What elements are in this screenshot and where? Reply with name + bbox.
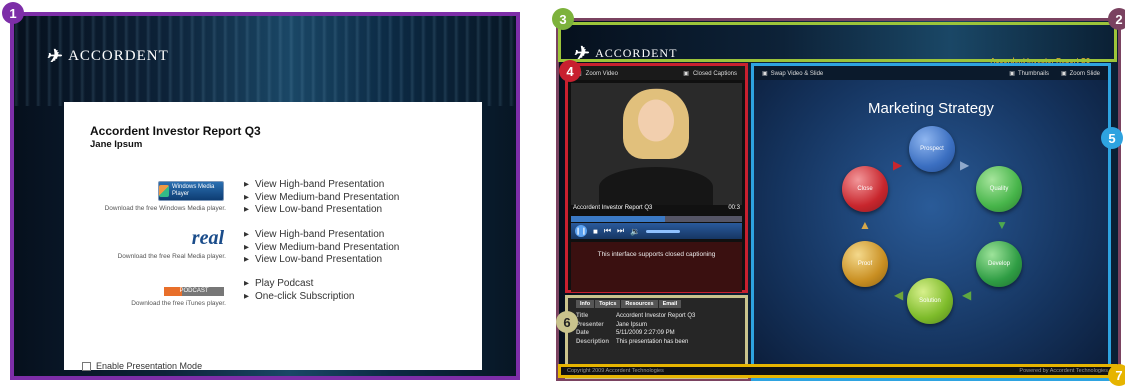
real-links: View High-band Presentation View Medium-… — [244, 229, 399, 267]
presentation-mode-option[interactable]: Enable Presentation Mode — [82, 361, 202, 371]
video-panel: Zoom Video Closed Captions Accordent Inv… — [565, 63, 748, 293]
zoom-slide-button[interactable]: Zoom Slide — [1061, 70, 1100, 77]
volume-slider[interactable] — [646, 229, 681, 233]
real-medium-band-link[interactable]: View Medium-band Presentation — [244, 242, 399, 255]
tab-topics[interactable]: Topics — [595, 300, 621, 308]
zone-badge-5: 5 — [1101, 127, 1123, 149]
zone-badge-1: 1 — [2, 2, 24, 24]
video-toolbar: Zoom Video Closed Captions — [568, 66, 745, 80]
cycle-node-quality: Quality — [976, 166, 1022, 212]
thumbnails-button[interactable]: Thumbnails — [1009, 70, 1049, 77]
presenter-face — [623, 89, 689, 159]
real-download-link[interactable]: Download the free Real Media player. — [64, 253, 226, 260]
itunes-block: PODCAST Download the free iTunes player. — [64, 279, 234, 307]
stop-icon[interactable]: ■ — [593, 227, 598, 236]
real-player-logo[interactable]: real — [192, 227, 224, 250]
real-high-band-link[interactable]: View High-band Presentation — [244, 229, 399, 242]
info-row: Date 5/11/2009 2:27:09 PM — [576, 330, 675, 336]
brand-name: ACCORDENT — [68, 48, 169, 64]
real-low-band-link[interactable]: View Low-band Presentation — [244, 254, 399, 267]
header-zone-outline — [558, 22, 1117, 62]
windows-icon — [159, 185, 170, 197]
video-title: Accordent Investor Report Q3 — [573, 205, 653, 211]
closed-caption-area: This interface supports closed captionin… — [571, 242, 742, 292]
cycle-arrow-icon: ▶ — [893, 158, 903, 172]
zone-badge-3: 3 — [552, 8, 574, 30]
swap-video-slide-button[interactable]: Swap Video & Slide — [762, 70, 824, 77]
copyright-text: Copyright 2009 Accordent Technologies — [567, 368, 664, 374]
tab-email[interactable]: Email — [658, 300, 682, 308]
cycle-node-develop: Develop — [976, 241, 1022, 287]
cycle-node-proof: Proof — [842, 241, 888, 287]
cycle-arrow-icon: ▼ — [996, 218, 1008, 232]
windows-media-player-block: Windows Media Player Download the free W… — [64, 181, 234, 212]
play-pause-icon[interactable]: ❙❙ — [575, 225, 587, 237]
info-tabs: Info Topics Resources Email — [568, 298, 745, 308]
video-frame[interactable] — [571, 83, 742, 207]
slide-title: Marketing Strategy — [868, 100, 994, 117]
tab-info[interactable]: Info — [576, 300, 595, 308]
wmp-high-band-link[interactable]: View High-band Presentation — [244, 179, 399, 192]
video-controls: ❙❙ ■ ⏮ ⏭ 🔉 — [571, 223, 742, 239]
cycle-arrow-icon: ▲ — [859, 218, 871, 232]
closed-captions-button[interactable]: Closed Captions — [683, 70, 737, 77]
info-row: Presenter Jane Ipsum — [576, 321, 648, 328]
report-author: Jane Ipsum — [90, 139, 143, 150]
landing-page-panel: ✈ ACCORDENT Accordent Investor Report Q3… — [10, 12, 520, 380]
podcast-badge[interactable]: PODCAST — [164, 287, 224, 296]
report-title: Accordent Investor Report Q3 — [90, 124, 261, 138]
zone-badge-4: 4 — [559, 60, 581, 82]
zone-badge-2: 2 — [1108, 8, 1125, 30]
play-podcast-link[interactable]: Play Podcast — [244, 278, 354, 291]
tab-resources[interactable]: Resources — [621, 300, 658, 308]
real-player-block: real Download the free Real Media player… — [64, 227, 234, 260]
info-row: Title Accordent Investor Report Q3 — [576, 313, 696, 319]
video-title-bar: Accordent Investor Report Q3 00:3 — [571, 205, 742, 215]
info-details: Title Accordent Investor Report Q3 Presen… — [568, 308, 745, 346]
landing-card: Accordent Investor Report Q3 Jane Ipsum … — [64, 102, 482, 371]
presentation-mode-checkbox[interactable] — [82, 361, 91, 371]
accordent-logo-icon: ✈ — [46, 46, 63, 66]
video-time: 00:3 — [728, 205, 740, 211]
volume-icon[interactable]: 🔉 — [630, 227, 640, 236]
zoom-video-button[interactable]: Zoom Video — [576, 70, 618, 77]
windows-links: View High-band Presentation View Medium-… — [244, 179, 399, 217]
cycle-node-close: Close — [842, 166, 888, 212]
footer-bar: Copyright 2009 Accordent Technologies Po… — [558, 364, 1117, 378]
zone-badge-7: 7 — [1108, 364, 1125, 386]
cycle-arrow-icon: ◀ — [894, 288, 904, 302]
slide-panel: Swap Video & Slide Thumbnails Zoom Slide… — [751, 63, 1111, 381]
next-icon[interactable]: ⏭ — [617, 226, 624, 236]
windows-media-player-logo[interactable]: Windows Media Player — [158, 181, 224, 201]
presenter-body — [599, 167, 713, 207]
cycle-node-solution: Solution — [907, 278, 953, 324]
cycle-arrow-icon: ◀ — [962, 288, 972, 302]
cycle-arrow-icon: ▶ — [960, 158, 970, 172]
itunes-download-link[interactable]: Download the free iTunes player. — [64, 300, 226, 307]
video-progress-bar[interactable] — [571, 216, 742, 222]
one-click-subscription-link[interactable]: One-click Subscription — [244, 291, 354, 304]
slide-toolbar: Swap Video & Slide Thumbnails Zoom Slide — [754, 66, 1108, 80]
wmp-low-band-link[interactable]: View Low-band Presentation — [244, 204, 399, 217]
previous-icon[interactable]: ⏮ — [604, 226, 611, 236]
info-row: Description This presentation has been — [576, 338, 689, 345]
wmp-medium-band-link[interactable]: View Medium-band Presentation — [244, 192, 399, 205]
powered-by-text: Powered by Accordent Technologies — [1019, 368, 1108, 374]
cycle-node-prospect: Prospect — [909, 126, 955, 172]
podcast-links: Play Podcast One-click Subscription — [244, 278, 354, 303]
presentation-mode-label: Enable Presentation Mode — [96, 361, 203, 371]
windows-download-link[interactable]: Download the free Windows Media player. — [64, 205, 226, 212]
zone-badge-6: 6 — [556, 311, 578, 333]
brand-logo: ✈ ACCORDENT — [46, 46, 169, 67]
